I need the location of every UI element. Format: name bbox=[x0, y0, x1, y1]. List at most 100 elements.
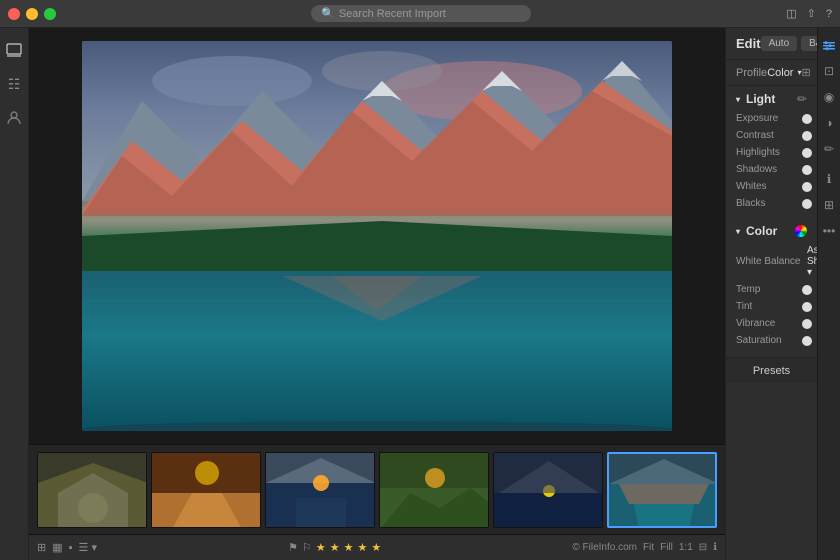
crop-icon[interactable]: ⊟ bbox=[699, 542, 707, 553]
center-area: ⊞ ▦ ▪ ☰ ▾ ⚑ ⚐ ★ ★ ★ ★ ★ © FileInfo.com F… bbox=[29, 28, 725, 560]
search-input[interactable] bbox=[339, 8, 521, 20]
profile-value-text: Color bbox=[767, 67, 793, 79]
contrast-row: Contrast 0 bbox=[726, 127, 817, 144]
rt-info-icon[interactable]: ℹ bbox=[818, 168, 840, 190]
star-5[interactable]: ★ bbox=[371, 541, 381, 554]
rt-adjust-icon[interactable] bbox=[818, 34, 840, 56]
filmstrip-thumb-6[interactable] bbox=[607, 452, 717, 528]
fit-label[interactable]: Fit bbox=[643, 542, 654, 553]
profile-value-select[interactable]: Color ▾ bbox=[767, 67, 801, 79]
main-photo bbox=[82, 41, 672, 431]
filmstrip-thumb-5[interactable] bbox=[493, 452, 603, 528]
presets-label: Presets bbox=[753, 365, 790, 377]
filmstrip-thumb-1[interactable] bbox=[37, 452, 147, 528]
filmstrip bbox=[29, 444, 725, 534]
rt-versions-icon[interactable]: ⊞ bbox=[818, 194, 840, 216]
color-sliders: Temp 0 Tint 0 Vibrance bbox=[726, 281, 817, 349]
info-icon[interactable]: ℹ bbox=[713, 542, 717, 553]
exposure-label: Exposure bbox=[736, 113, 801, 124]
exposure-row: Exposure 0 bbox=[726, 110, 817, 127]
edit-buttons: Auto B&W bbox=[761, 36, 817, 51]
search-icon: 🔍 bbox=[321, 7, 335, 20]
edit-header: Edit Auto B&W bbox=[726, 28, 817, 60]
share-icon[interactable]: ⇧ bbox=[807, 7, 816, 20]
color-section-header[interactable]: ▾ Color bbox=[726, 218, 817, 242]
search-input-wrap[interactable]: 🔍 bbox=[311, 5, 531, 22]
filmstrip-thumb-2[interactable] bbox=[151, 452, 261, 528]
bottom-right: © FileInfo.com Fit Fill 1:1 ⊟ ℹ bbox=[572, 542, 717, 553]
temp-label: Temp bbox=[736, 284, 801, 295]
light-section-title: ▾ Light bbox=[736, 92, 775, 106]
profile-grid-icon[interactable]: ⊞ bbox=[802, 66, 811, 79]
bottom-center: ⚑ ⚐ ★ ★ ★ ★ ★ bbox=[288, 541, 381, 554]
view-grid-icon[interactable]: ⊞ bbox=[37, 541, 46, 554]
edit-title: Edit bbox=[736, 36, 761, 51]
bottom-bar: ⊞ ▦ ▪ ☰ ▾ ⚑ ⚐ ★ ★ ★ ★ ★ © FileInfo.com F… bbox=[29, 534, 725, 560]
profile-label: Profile bbox=[736, 67, 767, 79]
titlebar-right: ◫ ⇧ ? bbox=[786, 7, 832, 20]
copyright-text: © FileInfo.com bbox=[572, 542, 637, 553]
view-options-icon[interactable]: ☰ ▾ bbox=[79, 541, 97, 554]
maximize-button[interactable] bbox=[44, 8, 56, 20]
light-edit-icon[interactable]: ✏ bbox=[797, 92, 807, 106]
white-balance-row: White Balance As Shot ▾ ✦ bbox=[726, 242, 817, 281]
shadows-label: Shadows bbox=[736, 164, 801, 175]
vibrance-label: Vibrance bbox=[736, 318, 801, 329]
whites-label: Whites bbox=[736, 181, 801, 192]
view-single-icon[interactable]: ▪ bbox=[69, 542, 73, 554]
blacks-label: Blacks bbox=[736, 198, 801, 209]
sidebar-item-library[interactable] bbox=[0, 36, 28, 64]
filmstrip-thumb-3[interactable] bbox=[265, 452, 375, 528]
rt-brush-icon[interactable]: ✏ bbox=[818, 138, 840, 160]
rt-heal-icon[interactable]: ◉ bbox=[818, 86, 840, 108]
auto-button[interactable]: Auto bbox=[761, 36, 798, 51]
photo-area bbox=[29, 28, 725, 444]
search-bar: 🔍 bbox=[62, 5, 780, 22]
color-section-title: ▾ Color bbox=[736, 224, 777, 238]
sidebar-item-map[interactable]: ☷ bbox=[0, 70, 28, 98]
traffic-lights bbox=[8, 8, 56, 20]
rt-crop-icon[interactable]: ⊡ bbox=[818, 60, 840, 82]
bottom-left: ⊞ ▦ ▪ ☰ ▾ bbox=[37, 541, 97, 554]
light-sliders: Exposure 0 Contrast 0 Highlights bbox=[726, 110, 817, 212]
wb-value-select[interactable]: As Shot ▾ bbox=[807, 245, 817, 278]
minimize-button[interactable] bbox=[26, 8, 38, 20]
profile-row: Profile Color ▾ ⊞ bbox=[726, 60, 817, 86]
shadows-row: Shadows 0 bbox=[726, 161, 817, 178]
wb-label: White Balance bbox=[736, 256, 801, 267]
chevron-down-icon-light: ▾ bbox=[736, 95, 740, 104]
close-button[interactable] bbox=[8, 8, 20, 20]
temp-row: Temp 0 bbox=[726, 281, 817, 298]
tint-label: Tint bbox=[736, 301, 801, 312]
view-list-icon[interactable]: ▦ bbox=[52, 541, 62, 554]
color-badge-icon bbox=[795, 225, 807, 237]
rt-gradient-icon[interactable]: ◑ bbox=[818, 112, 840, 134]
flag-icon-2[interactable]: ⚐ bbox=[302, 541, 312, 554]
right-panel: Edit Auto B&W Profile Color ▾ ⊞ ▾ Light … bbox=[725, 28, 817, 560]
main-layout: ☷ bbox=[0, 28, 840, 560]
rt-more-icon[interactable]: ••• bbox=[818, 220, 840, 242]
filter-icon[interactable]: ◫ bbox=[786, 7, 796, 20]
ratio-label[interactable]: 1:1 bbox=[679, 542, 693, 553]
flag-icon[interactable]: ⚑ bbox=[288, 541, 298, 554]
star-4[interactable]: ★ bbox=[358, 541, 368, 554]
filmstrip-thumb-4[interactable] bbox=[379, 452, 489, 528]
whites-row: Whites 0 bbox=[726, 178, 817, 195]
color-section-label: Color bbox=[746, 224, 777, 238]
help-icon[interactable]: ? bbox=[826, 8, 832, 20]
saturation-row: Saturation 0 bbox=[726, 332, 817, 349]
light-section-label: Light bbox=[746, 92, 775, 106]
vibrance-row: Vibrance 0 bbox=[726, 315, 817, 332]
light-section-header[interactable]: ▾ Light ✏ bbox=[726, 86, 817, 110]
wb-value-text: As Shot bbox=[807, 245, 817, 267]
star-1[interactable]: ★ bbox=[316, 541, 326, 554]
bw-button[interactable]: B&W bbox=[801, 36, 817, 51]
star-3[interactable]: ★ bbox=[344, 541, 354, 554]
fill-label[interactable]: Fill bbox=[660, 542, 673, 553]
titlebar: 🔍 ◫ ⇧ ? bbox=[0, 0, 840, 28]
presets-button[interactable]: Presets bbox=[726, 357, 817, 383]
left-sidebar: ☷ bbox=[0, 28, 29, 560]
star-2[interactable]: ★ bbox=[330, 541, 340, 554]
contrast-label: Contrast bbox=[736, 130, 801, 141]
sidebar-item-people[interactable] bbox=[0, 104, 28, 132]
